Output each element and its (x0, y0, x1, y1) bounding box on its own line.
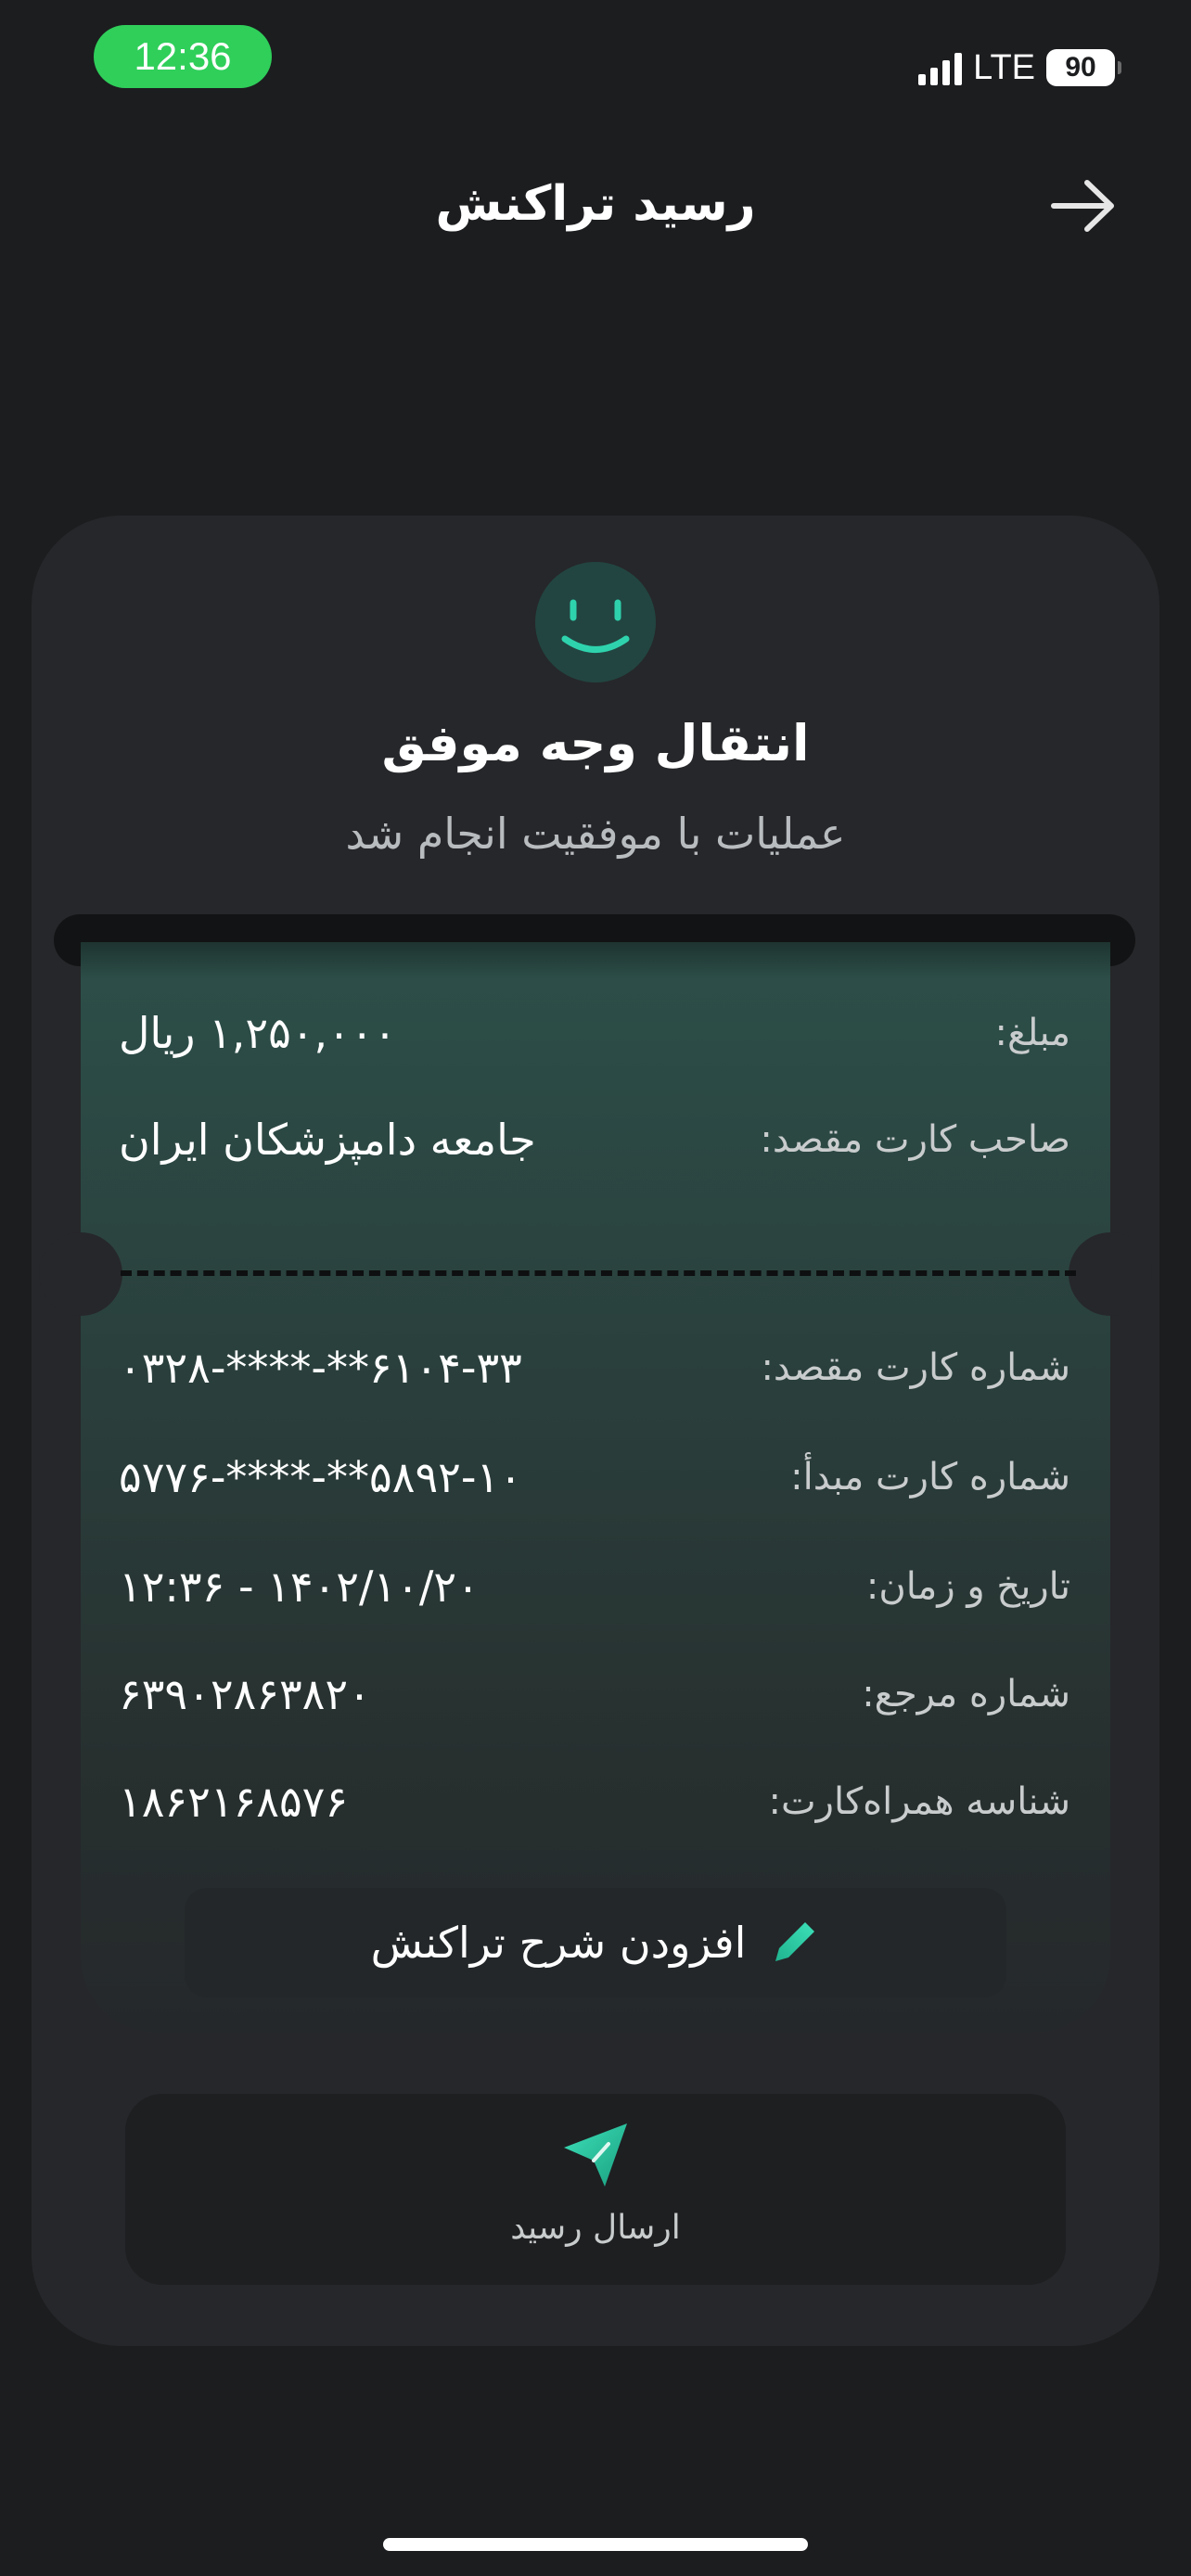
receipt-notch-right (1069, 1232, 1152, 1316)
destination-card-value: ۶۱۰۴-۳۳**-****-۰۳۲۸ (119, 1343, 522, 1393)
signal-icon (918, 50, 963, 85)
recipient-name-value: جامعه دامپزشکان ایران (119, 1115, 536, 1165)
add-description-label: افزودن شرح تراکنش (370, 1918, 747, 1968)
send-receipt-label: ارسال رسید (510, 2209, 681, 2247)
battery-icon: 90 (1046, 49, 1121, 86)
hamrah-card-id-label: شناسه همراه‌کارت: (768, 1780, 1071, 1823)
source-card-value: ۵۸۹۲-۱۰**-****-۵۷۷۶ (119, 1452, 522, 1502)
arrow-right-icon[interactable] (1050, 178, 1117, 234)
source-card-label: شماره کارت مبدأ: (790, 1456, 1070, 1498)
receipt-divider (121, 1270, 1076, 1276)
smile-icon (535, 562, 656, 682)
add-description-button[interactable]: افزودن شرح تراکنش (185, 1888, 1006, 1997)
hamrah-card-id-row: شناسه همراه‌کارت: ۱۸۶۲۱۶۸۵۷۶ (119, 1769, 1070, 1834)
paper-plane-icon (564, 2123, 627, 2187)
datetime-label: تاریخ و زمان: (865, 1565, 1070, 1608)
hamrah-card-id-value: ۱۸۶۲۱۶۸۵۷۶ (119, 1777, 349, 1827)
reference-number-row: شماره مرجع: ۶۳۹۰۲۸۶۳۸۲۰ (119, 1662, 1070, 1727)
recipient-name-label: صاحب کارت مقصد: (760, 1118, 1070, 1161)
receipt-notch-left (39, 1232, 122, 1316)
home-indicator[interactable] (383, 2538, 808, 2551)
result-title: انتقال وجه موفق (381, 714, 810, 772)
status-bar: 12:36 LTE 90 (0, 0, 1191, 121)
destination-card-row: شماره کارت مقصد: ۶۱۰۴-۳۳**-****-۰۳۲۸ (119, 1335, 1070, 1400)
datetime-row: تاریخ و زمان: ۱۴۰۲/۱۰/۲۰ - ۱۲:۳۶ (119, 1554, 1070, 1619)
reference-number-label: شماره مرجع: (862, 1673, 1070, 1715)
receipt-shadow (81, 942, 1110, 979)
network-type: LTE (973, 47, 1035, 87)
page-title: رسید تراکنش (435, 176, 756, 232)
source-card-row: شماره کارت مبدأ: ۵۸۹۲-۱۰**-****-۵۷۷۶ (119, 1445, 1070, 1510)
recipient-name-row: صاحب کارت مقصد: جامعه دامپزشکان ایران (119, 1107, 1070, 1172)
amount-label: مبلغ: (994, 1012, 1070, 1054)
status-time: 12:36 (94, 25, 272, 88)
amount-row: مبلغ: ۱,۲۵۰,۰۰۰ ریال (119, 1001, 1070, 1065)
reference-number-value: ۶۳۹۰۲۸۶۳۸۲۰ (119, 1669, 371, 1719)
result-subtitle: عملیات با موفقیت انجام شد (345, 809, 846, 859)
status-indicators: LTE 90 (918, 45, 1121, 91)
destination-card-label: شماره کارت مقصد: (761, 1346, 1070, 1389)
amount-value: ۱,۲۵۰,۰۰۰ ریال (119, 1008, 397, 1058)
pencil-icon (775, 1922, 815, 1961)
datetime-value: ۱۴۰۲/۱۰/۲۰ - ۱۲:۳۶ (119, 1562, 480, 1612)
